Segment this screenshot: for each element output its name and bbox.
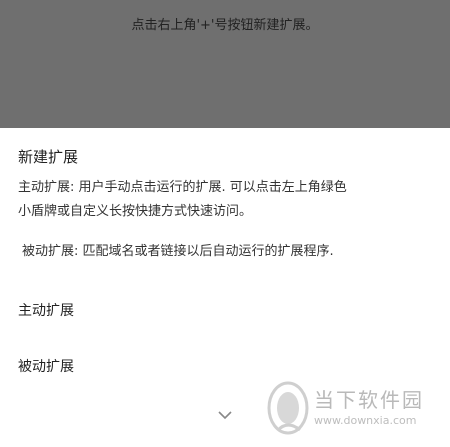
chevron-down-icon[interactable] xyxy=(218,410,232,420)
sheet-title: 新建扩展 xyxy=(18,148,79,166)
active-desc-line-1: 主动扩展: 用户手动点击运行的扩展. 可以点击左上角绿色 xyxy=(18,180,347,195)
instruction-text: 点击右上角'+'号按钮新建扩展。 xyxy=(131,18,319,33)
bottom-sheet: 新建扩展 主动扩展: 用户手动点击运行的扩展. 可以点击左上角绿色 小盾牌或自定… xyxy=(0,128,450,447)
passive-extension-description: 被动扩展: 匹配域名或者链接以后自动运行的扩展程序. xyxy=(22,244,334,259)
watermark-name: 当下软件园 xyxy=(314,388,424,412)
active-desc-line-2: 小盾牌或自定义长按快捷方式快速访问。 xyxy=(18,204,253,219)
active-extension-description: 主动扩展: 用户手动点击运行的扩展. 可以点击左上角绿色 小盾牌或自定义长按快捷… xyxy=(18,176,438,224)
dim-overlay[interactable]: 点击右上角'+'号按钮新建扩展。 xyxy=(0,0,450,128)
option-active-extension[interactable]: 主动扩展 xyxy=(18,300,74,320)
watermark-logo-icon xyxy=(267,381,309,435)
watermark: 当下软件园 www.downxia.com xyxy=(266,380,441,440)
option-passive-extension[interactable]: 被动扩展 xyxy=(18,356,74,376)
watermark-url: www.downxia.com xyxy=(314,414,417,427)
